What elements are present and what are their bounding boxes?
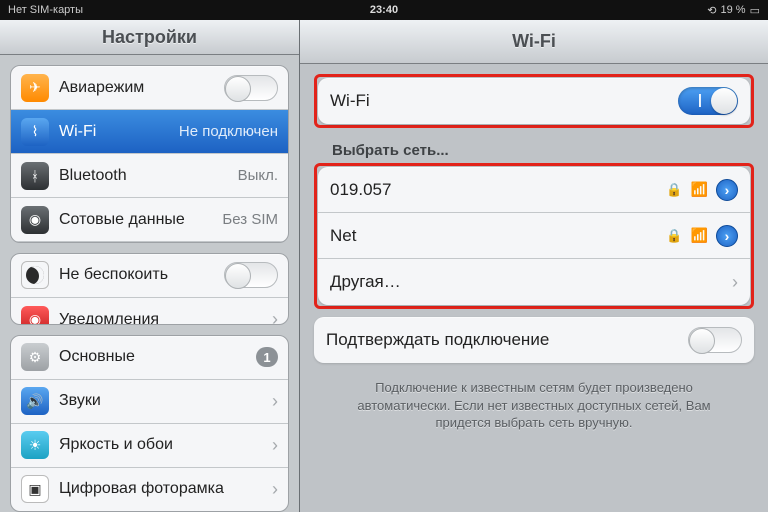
sidebar-item-general[interactable]: ⚙ Основные 1 <box>11 336 288 380</box>
clock: 23:40 <box>370 4 398 16</box>
dnd-toggle[interactable] <box>224 262 278 288</box>
wifi-master-toggle[interactable] <box>678 87 738 115</box>
ask-to-join-row[interactable]: Подтверждать подключение <box>314 317 754 363</box>
wifi-signal-icon: 📶 <box>691 181 708 198</box>
highlight-wifi-toggle: Wi-Fi <box>314 74 754 128</box>
sidebar-item-label: Bluetooth <box>59 167 238 185</box>
wifi-master-label: Wi-Fi <box>330 91 670 111</box>
settings-sidebar: Настройки ✈ Авиарежим ⌇ Wi-Fi Не подключ… <box>0 20 300 512</box>
sidebar-item-label: Основные <box>59 348 256 366</box>
sidebar-item-label: Уведомления <box>59 311 264 325</box>
chevron-right-icon: › <box>732 272 738 293</box>
carrier-text: Нет SIM-карты <box>8 4 83 16</box>
lock-icon: 🔒 <box>666 228 682 244</box>
wifi-icon: ⌇ <box>21 118 49 146</box>
sidebar-item-dnd[interactable]: Не беспокоить <box>11 254 288 298</box>
sidebar-item-value: Без SIM <box>222 211 278 228</box>
sidebar-item-label: Не беспокоить <box>59 266 224 284</box>
picture-frame-icon: ▣ <box>21 475 49 503</box>
chevron-right-icon: › <box>272 435 278 456</box>
other-network-label: Другая… <box>330 272 716 292</box>
sidebar-item-label: Wi-Fi <box>59 123 179 141</box>
sidebar-item-notifications[interactable]: ◉ Уведомления › <box>11 298 288 325</box>
sidebar-item-label: Авиарежим <box>59 79 224 97</box>
rotation-lock-icon: ⟲ <box>707 4 716 17</box>
network-row[interactable]: 019.057 🔒 📶 › <box>318 167 750 213</box>
sidebar-item-frame[interactable]: ▣ Цифровая фоторамка › <box>11 468 288 512</box>
sidebar-item-cellular[interactable]: ◉ Сотовые данные Без SIM <box>11 198 288 242</box>
highlight-networks: 019.057 🔒 📶 › Net 🔒 📶 › Другая… <box>314 163 754 309</box>
wifi-master-row[interactable]: Wi-Fi <box>318 78 750 124</box>
battery-text: 19 % <box>721 4 746 16</box>
sidebar-item-label: Звуки <box>59 392 264 410</box>
wifi-panel: Wi-Fi Wi-Fi Выбрать сеть... 019.057 <box>300 20 768 512</box>
brightness-icon: ☀ <box>21 431 49 459</box>
choose-network-header: Выбрать сеть... <box>314 136 754 163</box>
ask-to-join-group: Подтверждать подключение <box>314 317 754 363</box>
sidebar-group-2: Не беспокоить ◉ Уведомления › <box>10 253 289 325</box>
sidebar-group-1: ✈ Авиарежим ⌇ Wi-Fi Не подключен ᚼ Bluet… <box>10 65 289 242</box>
ask-to-join-toggle[interactable] <box>688 327 742 353</box>
cellular-icon: ◉ <box>21 206 49 234</box>
chevron-right-icon: › <box>272 391 278 412</box>
battery-icon: ▭ <box>750 4 760 17</box>
network-name: Net <box>330 226 658 246</box>
other-network-row[interactable]: Другая… › <box>318 259 750 305</box>
sidebar-group-3: ⚙ Основные 1 🔊 Звуки › ☀ Яркость и обои … <box>10 335 289 512</box>
sidebar-item-label: Сотовые данные <box>59 211 222 229</box>
status-bar: Нет SIM-карты 23:40 ⟲ 19 % ▭ <box>0 0 768 20</box>
airplane-icon: ✈ <box>21 74 49 102</box>
sidebar-item-wallpaper[interactable]: ☀ Яркость и обои › <box>11 424 288 468</box>
chevron-right-icon: › <box>272 309 278 325</box>
airplane-toggle[interactable] <box>224 75 278 101</box>
sidebar-item-label: Цифровая фоторамка <box>59 480 264 498</box>
network-row[interactable]: Net 🔒 📶 › <box>318 213 750 259</box>
speaker-icon: 🔊 <box>21 387 49 415</box>
moon-icon <box>21 261 49 289</box>
sidebar-item-airplane[interactable]: ✈ Авиарежим <box>11 66 288 110</box>
wifi-signal-icon: 📶 <box>691 227 708 244</box>
panel-title: Wi-Fi <box>300 20 768 64</box>
help-text: Подключение к известным сетям будет прои… <box>314 373 754 438</box>
status-right: ⟲ 19 % ▭ <box>707 4 760 17</box>
gear-icon: ⚙ <box>21 343 49 371</box>
chevron-right-icon: › <box>272 479 278 500</box>
device-frame: Нет SIM-карты 23:40 ⟲ 19 % ▭ Настройки ✈… <box>0 0 768 512</box>
sidebar-item-value: Выкл. <box>238 167 278 184</box>
network-detail-button[interactable]: › <box>716 225 738 247</box>
update-badge: 1 <box>256 347 278 367</box>
ask-to-join-label: Подтверждать подключение <box>326 330 680 350</box>
sidebar-item-label: Яркость и обои <box>59 436 264 454</box>
sidebar-item-bluetooth[interactable]: ᚼ Bluetooth Выкл. <box>11 154 288 198</box>
sidebar-item-wifi[interactable]: ⌇ Wi-Fi Не подключен <box>11 110 288 154</box>
bluetooth-icon: ᚼ <box>21 162 49 190</box>
lock-icon: 🔒 <box>666 182 682 198</box>
sidebar-item-value: Не подключен <box>179 123 278 140</box>
network-name: 019.057 <box>330 180 658 200</box>
sidebar-item-sounds[interactable]: 🔊 Звуки › <box>11 380 288 424</box>
notifications-icon: ◉ <box>21 306 49 325</box>
sidebar-title: Настройки <box>0 20 299 55</box>
network-detail-button[interactable]: › <box>716 179 738 201</box>
